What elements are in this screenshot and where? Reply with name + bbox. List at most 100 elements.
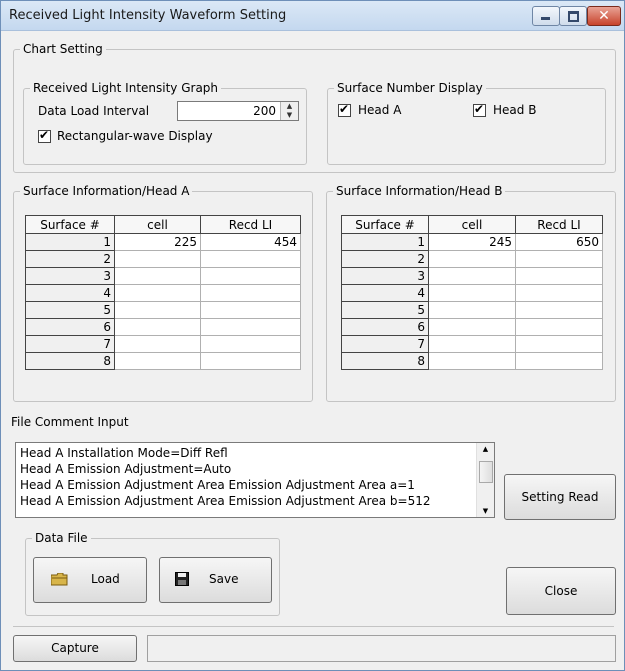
spinner-up-icon[interactable]: ▲: [281, 102, 298, 111]
column-header[interactable]: Recd LI: [200, 215, 301, 234]
recd-li-value[interactable]: [515, 250, 603, 268]
scroll-thumb[interactable]: [479, 461, 493, 483]
cell-value[interactable]: [428, 250, 516, 268]
table-row: 5: [341, 301, 603, 319]
cell-value[interactable]: 245: [428, 233, 516, 251]
save-button[interactable]: Save: [159, 557, 272, 603]
table-row: 3: [25, 267, 301, 285]
surface-table-head-a[interactable]: Surface # cell Recd LI 1 225 454 2 3 4 5 6…: [25, 215, 301, 370]
cell-value[interactable]: [114, 267, 201, 285]
column-header[interactable]: cell: [428, 215, 516, 234]
column-header[interactable]: cell: [114, 215, 201, 234]
recd-li-value[interactable]: [200, 267, 301, 285]
interval-spinner[interactable]: ▲ ▼: [280, 102, 298, 120]
surface-number-display-legend: Surface Number Display: [334, 81, 486, 95]
recd-li-value[interactable]: [515, 335, 603, 353]
cell-value[interactable]: [428, 335, 516, 353]
table-row: 8: [25, 352, 301, 370]
cell-value[interactable]: [428, 284, 516, 302]
recd-li-value[interactable]: [515, 318, 603, 336]
recd-li-value[interactable]: [200, 284, 301, 302]
load-label: Load: [91, 572, 120, 586]
surface-number-cell[interactable]: 8: [25, 352, 115, 370]
recd-li-value[interactable]: [200, 318, 301, 336]
cell-value[interactable]: [114, 352, 201, 370]
recd-li-value[interactable]: [515, 301, 603, 319]
table-row: 5: [25, 301, 301, 319]
recd-li-value[interactable]: [515, 284, 603, 302]
data-load-interval-input[interactable]: 200 ▲ ▼: [177, 101, 299, 121]
surface-number-cell[interactable]: 4: [25, 284, 115, 302]
recd-li-value[interactable]: 454: [200, 233, 301, 251]
close-label: Close: [544, 584, 578, 598]
table-header-row: Surface # cell Recd LI: [341, 215, 603, 234]
table-row: 4: [341, 284, 603, 302]
close-window-button[interactable]: ✕: [587, 6, 621, 26]
surface-number-cell[interactable]: 2: [25, 250, 115, 268]
checkmark-icon: ✔: [339, 102, 350, 116]
data-load-interval-value: 200: [253, 104, 276, 118]
file-comment-textarea[interactable]: Head A Installation Mode=Diff Refl Head …: [15, 442, 495, 518]
head-a-checkbox[interactable]: ✔: [338, 102, 351, 117]
recd-li-value[interactable]: [200, 250, 301, 268]
surface-number-cell[interactable]: 5: [25, 301, 115, 319]
cell-value[interactable]: [428, 301, 516, 319]
title-bar[interactable]: Received Light Intensity Waveform Settin…: [1, 1, 624, 31]
column-header[interactable]: Surface #: [341, 215, 429, 234]
comment-line: Head A Emission Adjustment=Auto: [20, 462, 232, 476]
surface-number-cell[interactable]: 1: [25, 233, 115, 251]
comment-scrollbar[interactable]: ▲ ▼: [476, 443, 494, 517]
column-header[interactable]: Surface #: [25, 215, 115, 234]
maximize-icon: [568, 11, 579, 22]
chart-setting-legend: Chart Setting: [20, 42, 106, 56]
spinner-down-icon[interactable]: ▼: [281, 111, 298, 120]
column-header[interactable]: Recd LI: [515, 215, 603, 234]
checkmark-icon: ✔: [474, 102, 485, 116]
rectangular-wave-checkbox[interactable]: ✔: [38, 128, 51, 143]
surface-info-head-a-legend: Surface Information/Head A: [20, 184, 193, 198]
scroll-up-icon[interactable]: ▲: [477, 445, 494, 453]
surface-number-cell[interactable]: 2: [341, 250, 429, 268]
comment-line: Head A Emission Adjustment Area Emission…: [20, 494, 431, 508]
cell-value[interactable]: [428, 267, 516, 285]
head-b-checkbox[interactable]: ✔: [473, 102, 486, 117]
cell-value[interactable]: [114, 250, 201, 268]
recd-li-value[interactable]: [200, 335, 301, 353]
surface-number-cell[interactable]: 3: [341, 267, 429, 285]
setting-read-button[interactable]: Setting Read: [504, 474, 616, 520]
cell-value[interactable]: [114, 318, 201, 336]
recd-li-value[interactable]: [200, 352, 301, 370]
recd-li-value[interactable]: [515, 267, 603, 285]
close-button[interactable]: Close: [506, 567, 616, 615]
rectangular-wave-label: Rectangular-wave Display: [57, 129, 213, 143]
cell-value[interactable]: 225: [114, 233, 201, 251]
scroll-down-icon[interactable]: ▼: [477, 507, 494, 515]
window-title: Received Light Intensity Waveform Settin…: [9, 8, 287, 23]
surface-number-cell[interactable]: 8: [341, 352, 429, 370]
cell-value[interactable]: [114, 335, 201, 353]
surface-number-cell[interactable]: 7: [341, 335, 429, 353]
recd-li-value[interactable]: [515, 352, 603, 370]
cell-value[interactable]: [428, 318, 516, 336]
surface-table-head-b[interactable]: Surface # cell Recd LI 1 245 650 2 3 4 5 6…: [341, 215, 603, 370]
cell-value[interactable]: [428, 352, 516, 370]
surface-info-head-b-legend: Surface Information/Head B: [333, 184, 506, 198]
maximize-button[interactable]: [559, 6, 587, 26]
surface-number-cell[interactable]: 4: [341, 284, 429, 302]
cell-value[interactable]: [114, 301, 201, 319]
recd-li-value[interactable]: 650: [515, 233, 603, 251]
recd-li-value[interactable]: [200, 301, 301, 319]
surface-number-cell[interactable]: 6: [25, 318, 115, 336]
capture-button[interactable]: Capture: [13, 635, 137, 662]
surface-number-cell[interactable]: 5: [341, 301, 429, 319]
cell-value[interactable]: [114, 284, 201, 302]
minimize-button[interactable]: [532, 6, 560, 26]
surface-number-cell[interactable]: 3: [25, 267, 115, 285]
load-button[interactable]: Load: [33, 557, 147, 603]
surface-number-cell[interactable]: 7: [25, 335, 115, 353]
surface-info-head-b-group: Surface Information/Head B Surface # cel…: [326, 184, 616, 402]
surface-number-cell[interactable]: 6: [341, 318, 429, 336]
surface-number-cell[interactable]: 1: [341, 233, 429, 251]
table-row: 2: [341, 250, 603, 268]
floppy-disk-icon: [175, 572, 189, 586]
